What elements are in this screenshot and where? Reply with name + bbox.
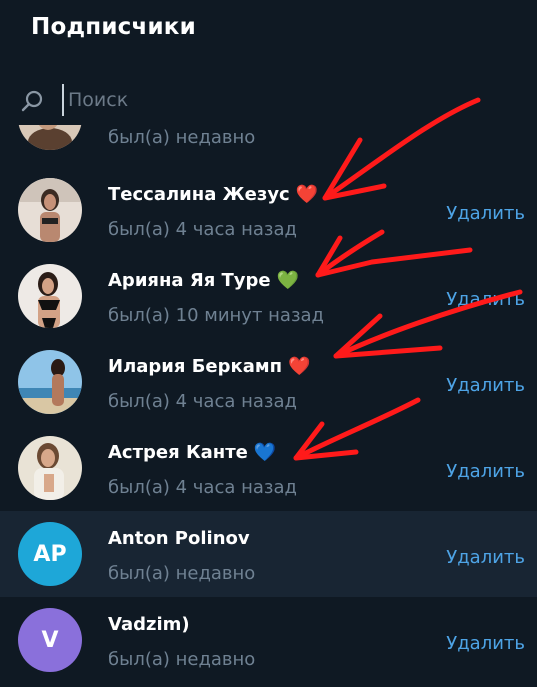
remove-button[interactable]: Удалить: [446, 203, 525, 224]
subscriber-name: Тессалина Жезус ❤️: [108, 184, 319, 205]
subscriber-status: был(а) 4 часа назад: [108, 477, 297, 498]
avatar: [18, 350, 82, 414]
list-item[interactable]: Астрея Канте 💙 был(а) 4 часа назад Удалит…: [0, 425, 537, 511]
subscriber-status: был(а) недавно: [108, 649, 256, 670]
list-item[interactable]: V Vadzim) был(а) недавно Удалить: [0, 597, 537, 683]
green-heart-emoji-icon: 💚: [276, 270, 300, 291]
remove-button[interactable]: Удалить: [446, 461, 525, 482]
subscriber-status: был(а) 4 часа назад: [108, 391, 297, 412]
list-item[interactable]: AP Anton Polinov был(а) недавно Удалить: [0, 511, 537, 597]
subscriber-name: Anton Polinov: [108, 528, 250, 549]
subscriber-status: был(а) 10 минут назад: [108, 305, 324, 326]
remove-button[interactable]: Удалить: [446, 633, 525, 654]
subscriber-status: был(а) 4 часа назад: [108, 219, 297, 240]
subscriber-status: был(а) недавно: [108, 563, 256, 584]
search-bar: [0, 76, 537, 124]
list-item[interactable]: был(а) недавно: [0, 125, 537, 161]
page-title: Подписчики: [31, 14, 196, 40]
avatar: V: [18, 608, 82, 672]
list-item[interactable]: Арияна Яя Туре 💚 был(а) 10 минут назад Уд…: [0, 253, 537, 339]
heart-emoji-icon: ❤️: [288, 356, 311, 377]
subscriber-name: Vadzim): [108, 614, 190, 635]
search-input[interactable]: [62, 84, 508, 116]
subscriber-list: был(а) недавно Тессалина Жезус ❤️ был(а) …: [0, 125, 537, 687]
avatar: [18, 436, 82, 500]
list-item[interactable]: Илария Беркамп ❤️ был(а) 4 часа назад Уда…: [0, 339, 537, 425]
search-icon: [20, 88, 46, 114]
avatar: [18, 178, 82, 242]
blue-heart-emoji-icon: 💙: [253, 442, 277, 463]
list-item[interactable]: Тессалина Жезус ❤️ был(а) 4 часа назад Уд…: [0, 167, 537, 253]
heart-emoji-icon: ❤️: [295, 184, 319, 205]
avatar: [18, 264, 82, 328]
subscriber-name: Астрея Канте 💙: [108, 442, 277, 463]
header: Подписчики: [0, 0, 537, 62]
avatar: AP: [18, 522, 82, 586]
subscriber-name: Арияна Яя Туре 💚: [108, 270, 300, 291]
remove-button[interactable]: Удалить: [446, 289, 525, 310]
subscriber-name: Илария Беркамп ❤️: [108, 356, 311, 377]
subscriber-status: был(а) недавно: [108, 127, 256, 148]
remove-button[interactable]: Удалить: [446, 375, 525, 396]
avatar: [18, 125, 82, 150]
remove-button[interactable]: Удалить: [446, 547, 525, 568]
